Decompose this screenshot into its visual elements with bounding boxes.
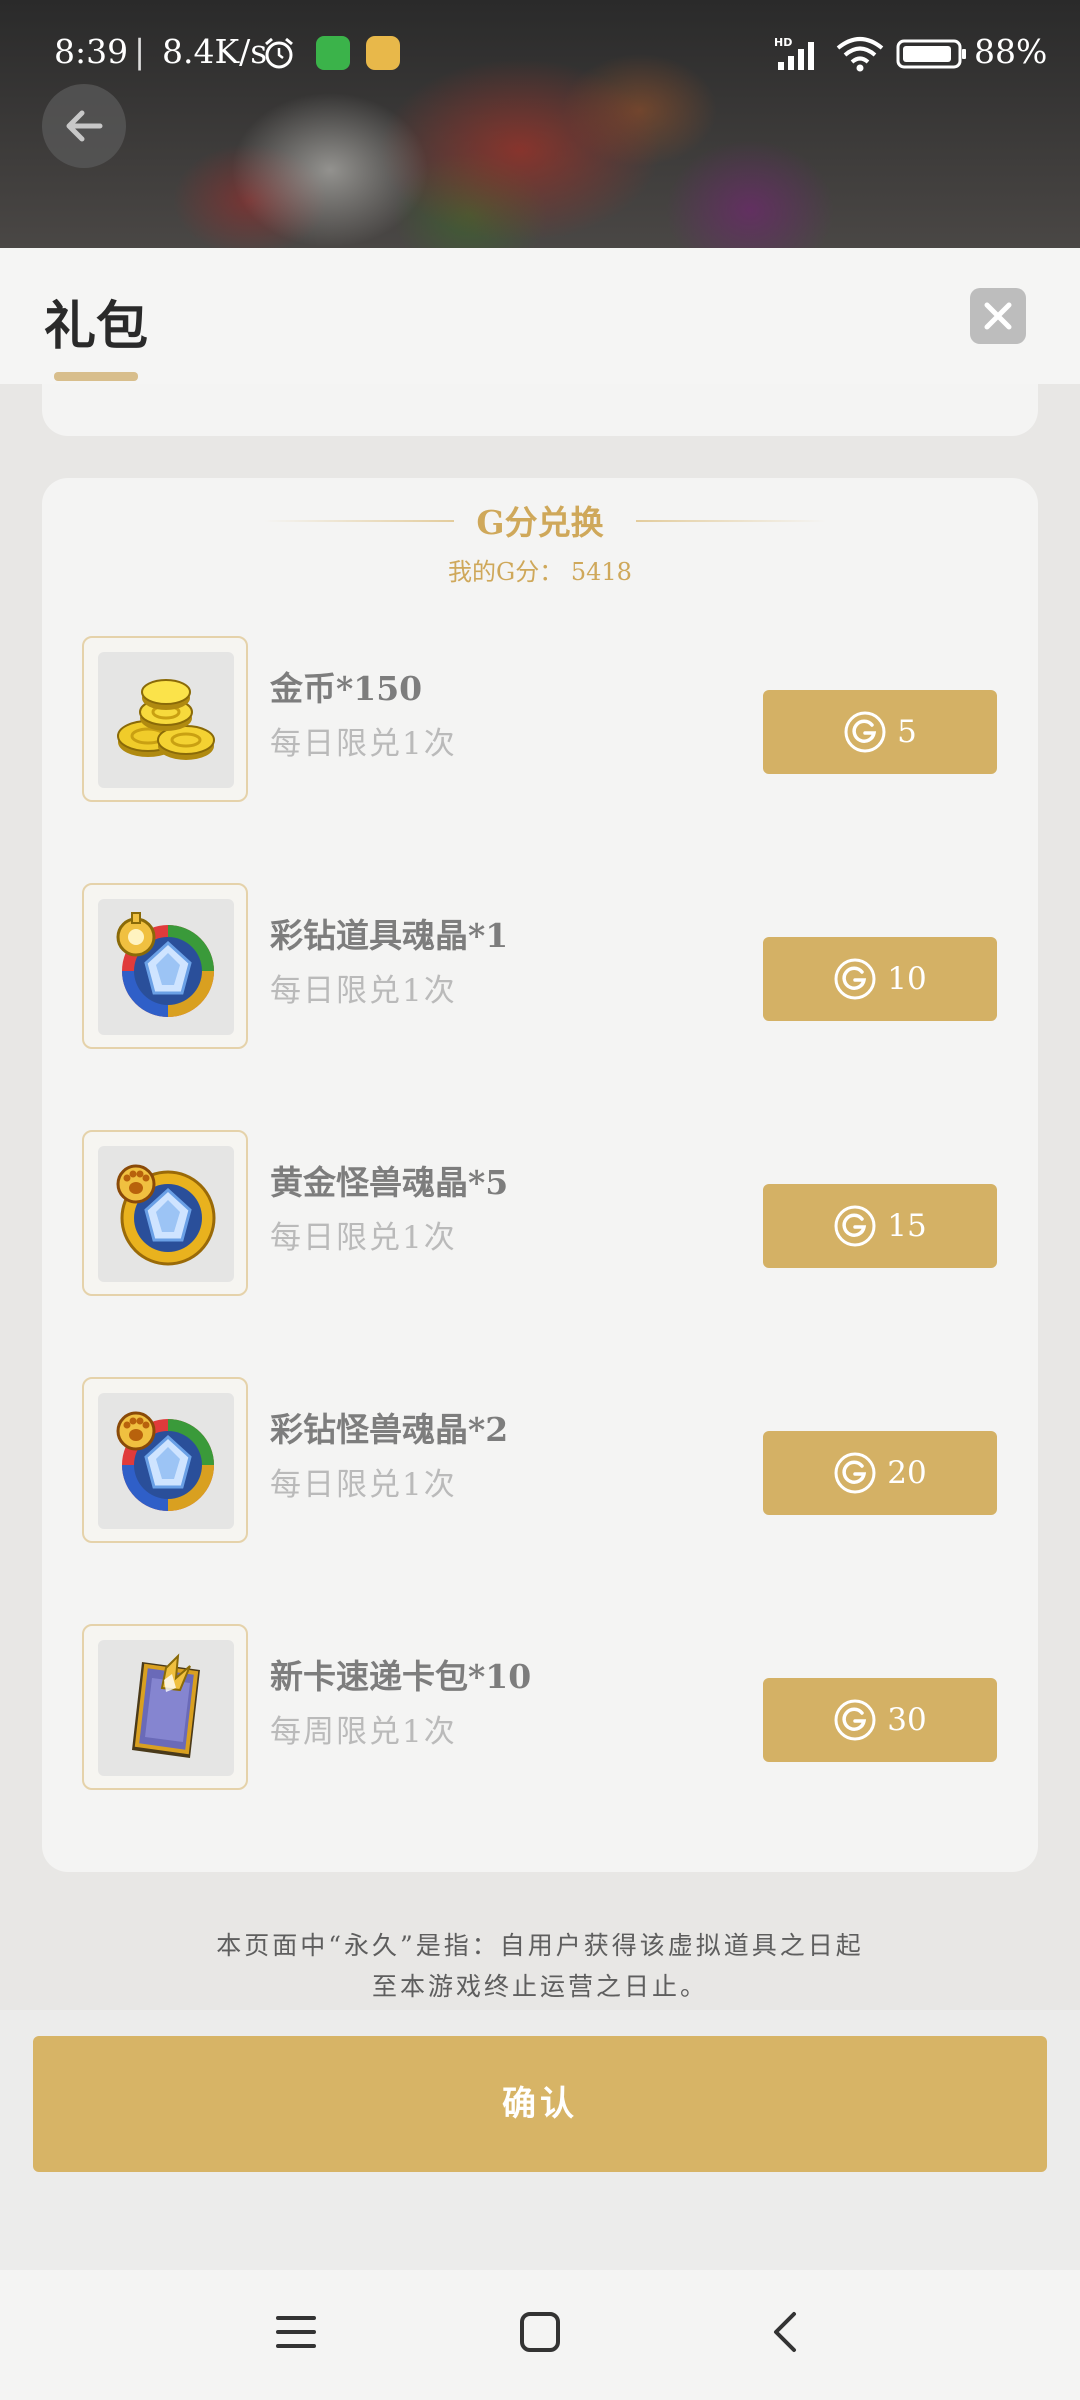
permanence-footnote: 本页面中“永久”是指：自用户获得该虚拟道具之日起 至本游戏终止运营之日止。 — [0, 1925, 1080, 2007]
item-icon-frame — [82, 1624, 248, 1790]
item-name: 彩钻道具魂晶*1 — [270, 916, 509, 955]
sheet-header: 礼包 — [0, 248, 1080, 384]
redeem-button[interactable]: 5 — [763, 690, 997, 774]
alarm-icon — [265, 37, 293, 69]
home-icon[interactable] — [518, 2310, 562, 2354]
item-icon-frame — [82, 1377, 248, 1543]
redeem-button[interactable]: 30 — [763, 1678, 997, 1762]
list-item: 彩钻道具魂晶*1 每日限兑1次 10 — [42, 883, 1038, 1049]
item-limit: 每周限兑1次 — [270, 1714, 457, 1750]
gold-coins-icon — [117, 679, 215, 760]
item-limit: 每日限兑1次 — [270, 1220, 457, 1256]
item-name: 金币*150 — [270, 669, 423, 708]
app-icon — [316, 36, 350, 70]
item-name: 彩钻怪兽魂晶*2 — [270, 1410, 509, 1449]
redeem-button[interactable]: 20 — [763, 1431, 997, 1515]
battery-icon — [896, 39, 966, 69]
title-underline — [54, 372, 138, 381]
cost-value: 5 — [897, 714, 917, 750]
list-item: 新卡速递卡包*10 每周限兑1次 30 — [42, 1624, 1038, 1790]
item-name: 新卡速递卡包*10 — [270, 1657, 532, 1696]
cost-value: 20 — [887, 1455, 927, 1491]
menu-icon[interactable] — [274, 2310, 318, 2354]
redeem-button[interactable]: 15 — [763, 1184, 997, 1268]
section-title: G分兑换 — [476, 503, 604, 542]
item-icon-frame — [82, 883, 248, 1049]
page-title: 礼包 — [44, 296, 149, 357]
g-points-icon — [844, 711, 886, 753]
arrow-left-icon — [66, 110, 103, 142]
card-pack-icon — [132, 1653, 200, 1758]
list-item: 金币*150 每日限兑1次 5 — [42, 636, 1038, 802]
status-separator: | — [134, 32, 146, 71]
status-bar: 8:39 | 8.4K/s HD 88% — [0, 0, 1080, 108]
network-speed: 8.4K/s — [162, 32, 268, 71]
game-app-icon — [366, 36, 400, 70]
back-nav-icon[interactable] — [764, 2310, 808, 2354]
footnote-line-1: 本页面中“永久”是指：自用户获得该虚拟道具之日起 — [216, 1931, 864, 1960]
close-button[interactable] — [970, 288, 1026, 344]
hd-signal-icon: HD — [774, 36, 814, 70]
previous-card-bottom — [42, 384, 1038, 436]
item-limit: 每日限兑1次 — [270, 973, 457, 1009]
item-name: 黄金怪兽魂晶*5 — [270, 1163, 509, 1202]
status-time: 8:39 — [54, 32, 129, 71]
back-button[interactable] — [42, 84, 126, 168]
divider-line — [636, 520, 826, 522]
my-points: 我的G分： 5418 — [448, 558, 632, 586]
g-points-icon — [834, 1699, 876, 1741]
svg-text:HD: HD — [774, 36, 792, 49]
points-exchange-card: G分兑换 我的G分： 5418 金币*150 每日限兑1次 5 彩钻道具魂晶*1… — [42, 478, 1038, 1872]
redeem-button[interactable]: 10 — [763, 937, 997, 1021]
cost-value: 30 — [887, 1702, 927, 1738]
list-item: 黄金怪兽魂晶*5 每日限兑1次 15 — [42, 1130, 1038, 1296]
rainbow-monster-crystal-icon — [116, 1411, 214, 1511]
confirm-button[interactable]: 确认 — [33, 2036, 1047, 2172]
system-nav-bar — [0, 2270, 1080, 2400]
item-icon-frame — [82, 1130, 248, 1296]
cost-value: 10 — [887, 961, 927, 997]
rainbow-prop-crystal-icon — [116, 912, 214, 1017]
battery-percent: 88% — [974, 32, 1048, 71]
list-item: 彩钻怪兽魂晶*2 每日限兑1次 20 — [42, 1377, 1038, 1543]
g-points-icon — [834, 1452, 876, 1494]
item-limit: 每日限兑1次 — [270, 726, 457, 762]
cost-value: 15 — [887, 1208, 927, 1244]
g-points-icon — [834, 958, 876, 1000]
wifi-icon — [836, 37, 884, 72]
footnote-line-2: 至本游戏终止运营之日止。 — [371, 1972, 708, 2001]
gold-monster-crystal-icon — [116, 1164, 216, 1266]
g-points-icon — [834, 1205, 876, 1247]
item-icon-frame — [82, 636, 248, 802]
item-limit: 每日限兑1次 — [270, 1467, 457, 1503]
game-banner-image: 8:39 | 8.4K/s HD 88% — [0, 0, 1080, 248]
close-icon — [984, 302, 1012, 330]
